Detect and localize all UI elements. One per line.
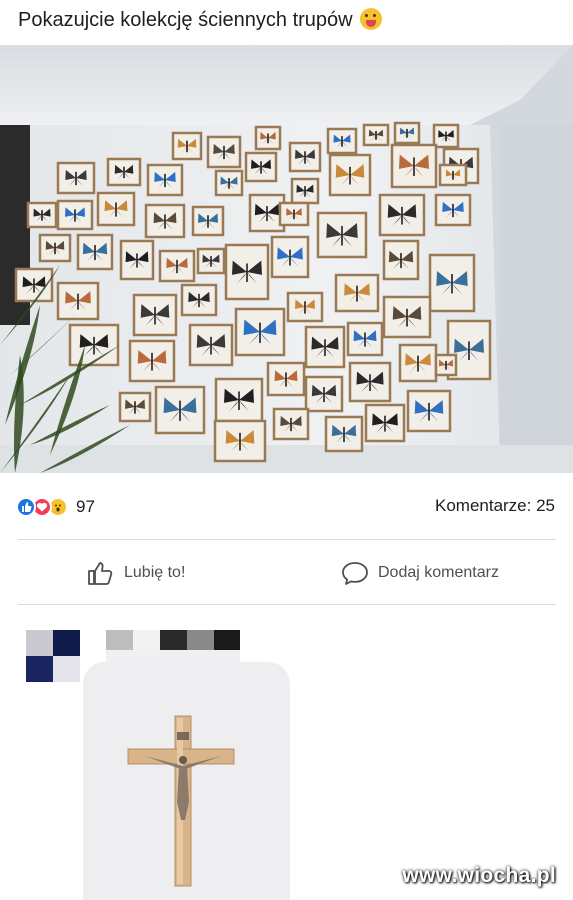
tongue-out-emoji-icon: [360, 8, 383, 30]
comments-count-link[interactable]: Komentarze: 25: [435, 496, 555, 516]
crucifix-image: [83, 662, 290, 900]
comment: [0, 610, 573, 900]
add-comment-button[interactable]: Dodaj komentarz: [340, 548, 499, 598]
commenter-name[interactable]: [106, 630, 240, 670]
commenter-avatar[interactable]: [26, 630, 80, 682]
like-reaction-icon: [16, 497, 36, 517]
post-photo[interactable]: [0, 45, 573, 473]
like-button[interactable]: Lubię to!: [86, 548, 185, 598]
divider: [18, 539, 556, 540]
reaction-count: 97: [76, 497, 95, 516]
watermark: www.wiocha.pl: [402, 864, 556, 887]
like-button-label: Lubię to!: [124, 564, 186, 581]
speech-bubble-icon: [342, 562, 368, 585]
add-comment-label: Dodaj komentarz: [378, 564, 499, 581]
comment-image[interactable]: [83, 662, 290, 900]
post-actions-bar: Lubię to! Dodaj komentarz: [0, 548, 573, 598]
divider: [18, 604, 556, 605]
reactions-summary[interactable]: 97: [16, 494, 95, 520]
post-text: Pokazujcie kolekcję ściennych trupów: [18, 6, 558, 34]
insect-wall-photo: [0, 45, 573, 473]
post-caption: Pokazujcie kolekcję ściennych trupów: [18, 9, 353, 31]
thumbs-up-icon: [88, 562, 113, 585]
